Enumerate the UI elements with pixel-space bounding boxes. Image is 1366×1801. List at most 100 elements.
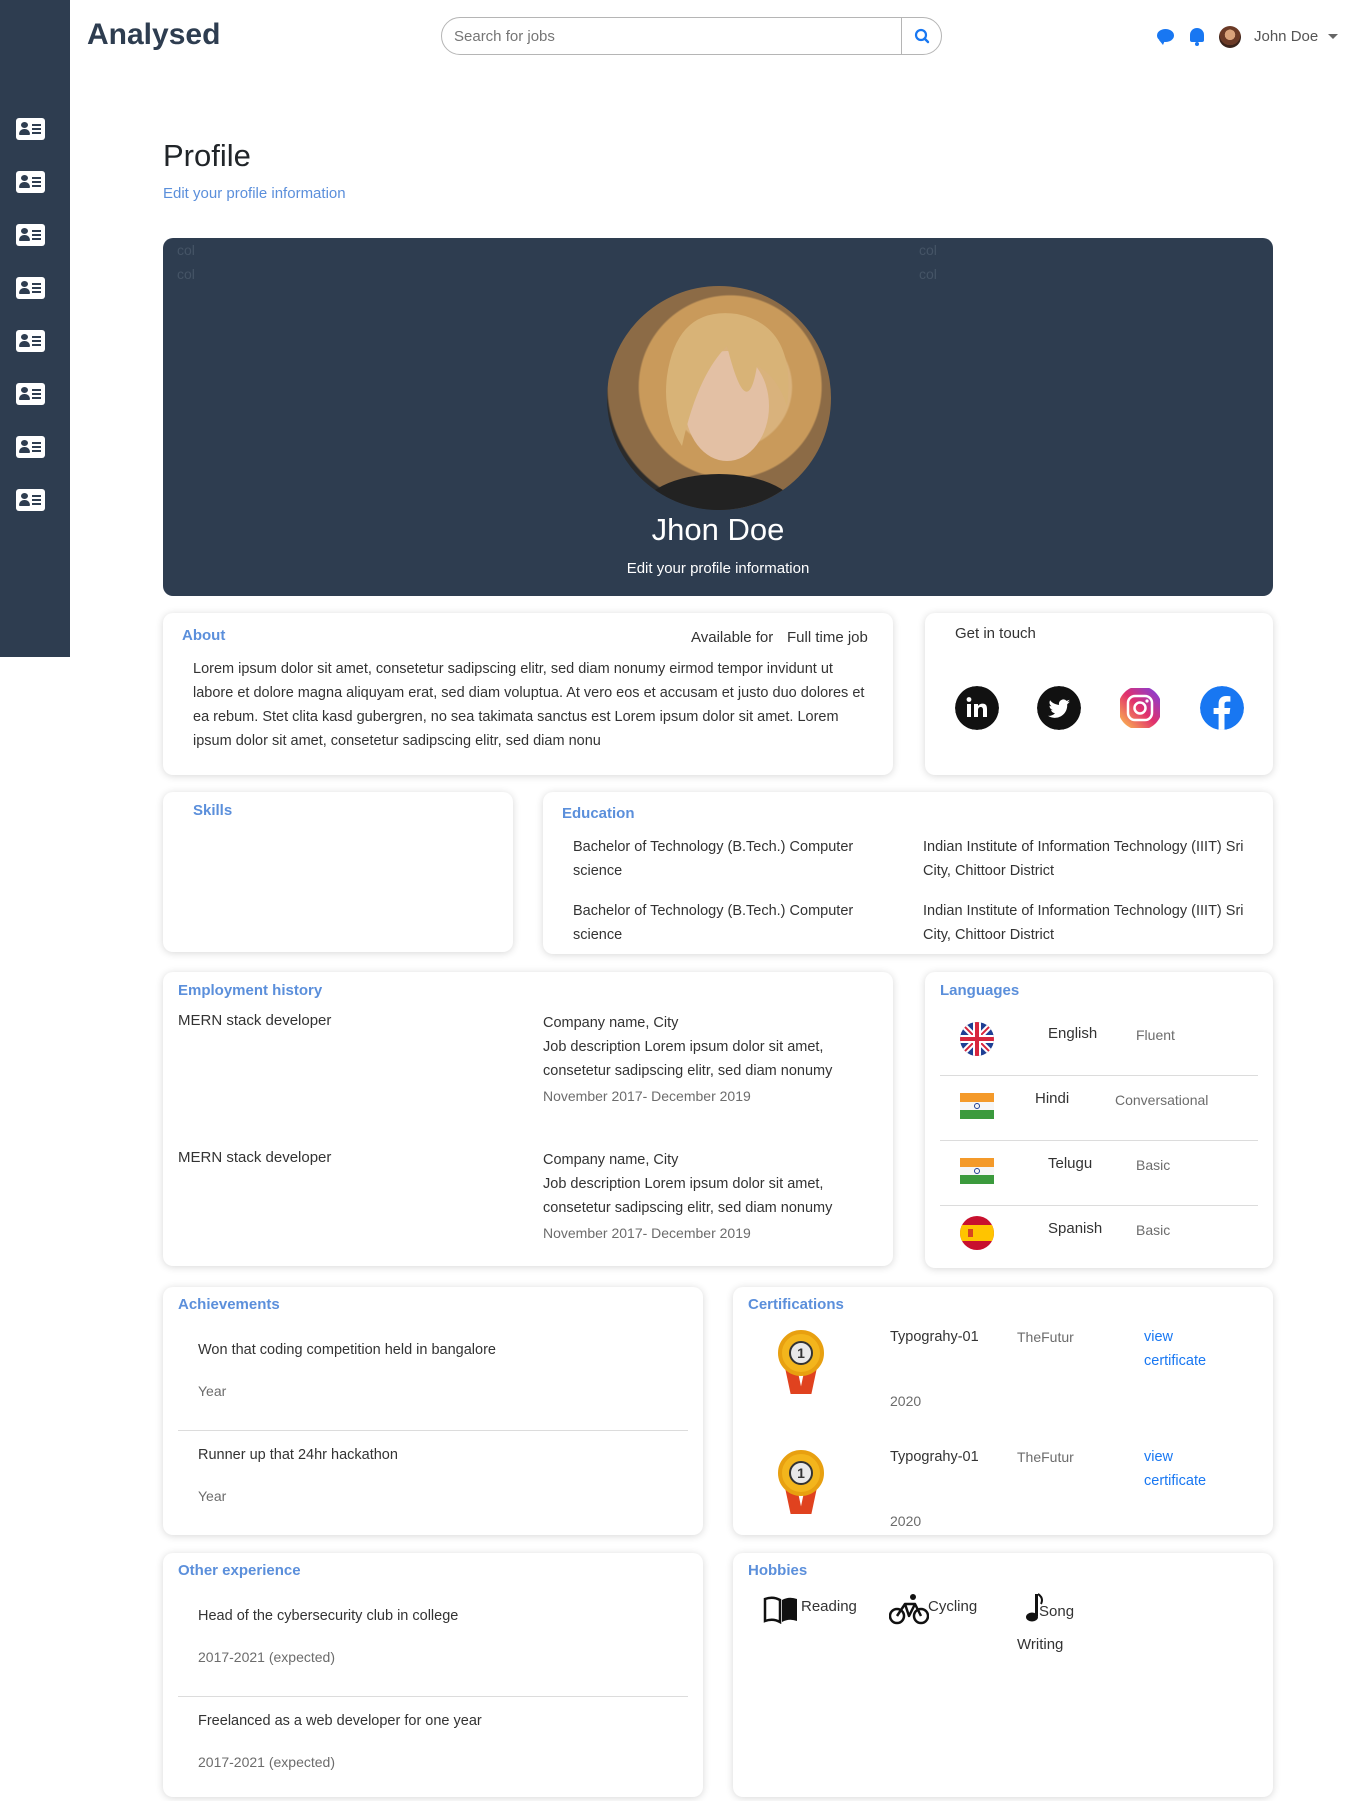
language-level: Conversational	[1115, 1092, 1209, 1108]
linkedin-icon[interactable]	[955, 686, 999, 730]
search-button[interactable]	[901, 18, 941, 54]
facebook-icon[interactable]	[1200, 686, 1244, 730]
instagram-icon[interactable]	[1118, 686, 1162, 730]
contact-title: Get in touch	[955, 625, 1036, 642]
contact-card-icon[interactable]	[16, 383, 45, 405]
hobbies-card: Hobbies Reading Cycling Song Writing	[733, 1553, 1273, 1797]
availability-label: Available for	[691, 629, 774, 646]
brand-logo[interactable]: Analysed	[87, 18, 220, 52]
achievement-year: Year	[198, 1488, 227, 1504]
employment-title: Employment history	[178, 982, 323, 999]
certification-year: 2020	[890, 1393, 922, 1409]
medal-number: 1	[789, 1461, 813, 1485]
sidebar	[0, 0, 70, 657]
divider	[178, 1696, 688, 1697]
achievements-card: Achievements Won that coding competition…	[163, 1287, 703, 1535]
spain-flag-icon	[960, 1216, 994, 1250]
skills-title: Skills	[193, 802, 233, 819]
search-input[interactable]	[442, 18, 902, 54]
certification-name: Typograhy-01	[890, 1329, 979, 1345]
certifications-title: Certifications	[748, 1296, 844, 1313]
employment-description: Job description Lorem ipsum dolor sit am…	[543, 1176, 833, 1216]
about-text: Lorem ipsum dolor sit amet, consetetur s…	[193, 661, 865, 749]
experience-period: 2017-2021 (expected)	[198, 1649, 335, 1665]
employment-role: MERN stack developer	[178, 1149, 332, 1166]
contact-card-icon[interactable]	[16, 330, 45, 352]
profile-photo	[607, 286, 831, 510]
book-icon	[763, 1596, 797, 1624]
certification-issuer: TheFutur	[1017, 1449, 1074, 1465]
profile-edit-link[interactable]: Edit your profile information	[163, 560, 1273, 577]
achievements-title: Achievements	[178, 1296, 280, 1313]
experience-period: 2017-2021 (expected)	[198, 1754, 335, 1770]
contact-card: Get in touch	[925, 613, 1273, 775]
profile-name: Jhon Doe	[651, 512, 785, 547]
medal-icon: 1	[777, 1330, 825, 1396]
experience-text: Freelanced as a web developer for one ye…	[198, 1713, 482, 1729]
view-certificate-link[interactable]: view certificate	[1144, 1325, 1234, 1373]
twitter-icon[interactable]	[1037, 686, 1081, 730]
medal-number: 1	[789, 1341, 813, 1365]
divider	[940, 1205, 1258, 1206]
uk-flag-icon	[960, 1022, 994, 1056]
contact-card-icon[interactable]	[16, 489, 45, 511]
profile-hero: col col col col Jhon Doe Edit your profi…	[163, 238, 1273, 596]
experience-text: Head of the cybersecurity club in colleg…	[198, 1608, 459, 1624]
other-experience-card: Other experience Head of the cybersecuri…	[163, 1553, 703, 1797]
avatar[interactable]	[1219, 26, 1241, 48]
hobby-label: Reading	[801, 1598, 857, 1615]
contact-card-icon[interactable]	[16, 118, 45, 140]
languages-title: Languages	[940, 982, 1020, 999]
other-experience-title: Other experience	[178, 1562, 301, 1579]
achievement-year: Year	[198, 1383, 227, 1399]
contact-card-icon[interactable]	[16, 436, 45, 458]
achievement-text: Runner up that 24hr hackathon	[198, 1447, 398, 1463]
chat-icon[interactable]	[1157, 29, 1174, 45]
about-title: About	[182, 627, 226, 644]
certification-issuer: TheFutur	[1017, 1329, 1074, 1345]
education-title: Education	[562, 805, 635, 822]
certification-year: 2020	[890, 1513, 922, 1529]
certification-name: Typograhy-01	[890, 1449, 979, 1465]
employment-card: Employment history MERN stack developer …	[163, 972, 893, 1266]
language-name: Spanish	[1048, 1220, 1103, 1237]
language-name: English	[1048, 1025, 1098, 1042]
education-institute: Indian Institute of Information Technolo…	[923, 903, 1244, 943]
col-placeholder: col	[919, 242, 937, 258]
employment-period: November 2017- December 2019	[543, 1088, 751, 1104]
education-degree: Bachelor of Technology (B.Tech.) Compute…	[573, 839, 854, 879]
language-level: Basic	[1136, 1222, 1171, 1238]
language-name: Hindi	[1035, 1090, 1070, 1107]
employment-role: MERN stack developer	[178, 1012, 332, 1029]
divider	[940, 1140, 1258, 1141]
employment-period: November 2017- December 2019	[543, 1225, 751, 1241]
user-name[interactable]: John Doe	[1254, 28, 1318, 45]
page-subtitle[interactable]: Edit your profile information	[163, 185, 346, 202]
contact-card-icon[interactable]	[16, 171, 45, 193]
contact-card-icon[interactable]	[16, 224, 45, 246]
bell-icon[interactable]	[1190, 28, 1204, 46]
col-placeholder: col	[919, 266, 937, 282]
languages-card: Languages English Fluent Hindi Conversat…	[925, 972, 1273, 1268]
employment-company: Company name, City	[543, 1152, 679, 1168]
contact-card-icon[interactable]	[16, 277, 45, 299]
language-level: Fluent	[1136, 1027, 1175, 1043]
page-title: Profile	[163, 138, 251, 173]
divider	[178, 1430, 688, 1431]
search-bar	[441, 17, 942, 55]
education-institute: Indian Institute of Information Technolo…	[923, 839, 1244, 879]
india-flag-icon	[960, 1158, 994, 1184]
language-name: Telugu	[1048, 1155, 1093, 1172]
col-placeholder: col	[177, 266, 195, 282]
education-card: Education Bachelor of Technology (B.Tech…	[543, 792, 1273, 954]
medal-icon: 1	[777, 1450, 825, 1516]
employment-description: Job description Lorem ipsum dolor sit am…	[543, 1039, 833, 1079]
view-certificate-link[interactable]: view certificate	[1144, 1445, 1234, 1493]
chevron-down-icon[interactable]	[1328, 34, 1338, 39]
hobbies-title: Hobbies	[748, 1562, 808, 1579]
employment-company: Company name, City	[543, 1015, 679, 1031]
language-level: Basic	[1136, 1157, 1171, 1173]
certifications-card: Certifications 1 Typograhy-01 TheFutur v…	[733, 1287, 1273, 1535]
divider	[940, 1075, 1258, 1076]
bicycle-icon	[889, 1594, 929, 1625]
